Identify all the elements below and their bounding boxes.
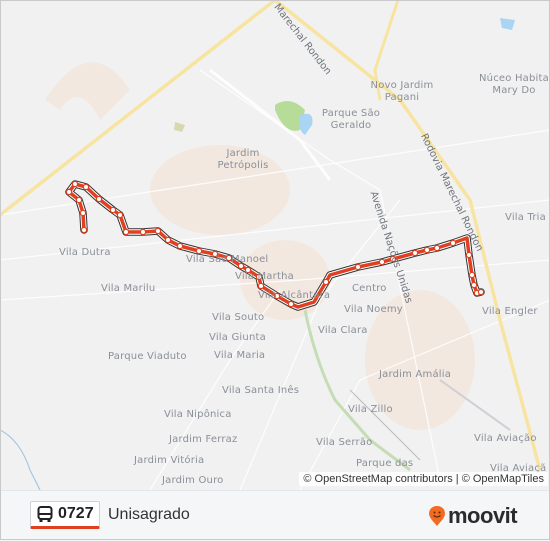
place-label: Vila Dutra — [59, 247, 111, 258]
bus-stop[interactable] — [95, 195, 103, 203]
bus-stop[interactable] — [79, 209, 87, 217]
place-label: Jardim Petrópolis — [217, 148, 269, 171]
map[interactable]: Marechal Rondon Rodovia Marechal Rondon … — [0, 0, 550, 490]
place-label: Jardim Amália — [379, 369, 452, 380]
bus-stop[interactable] — [109, 206, 117, 214]
place-label: Jardim Vitória — [134, 455, 205, 466]
place-label: Parque das — [356, 458, 414, 469]
moovit-pin-icon — [429, 506, 445, 526]
bus-stop[interactable] — [470, 281, 478, 289]
place-label: Jardim Ouro — [162, 475, 224, 486]
map-attribution[interactable]: © OpenStreetMap contributors | © OpenMap… — [299, 472, 548, 486]
urban-area — [45, 62, 130, 120]
place-label: Vila Noemy — [344, 304, 403, 315]
place-label: Vila Alcântara — [258, 290, 331, 301]
lake — [299, 113, 313, 135]
place-label: Vila Tria — [505, 212, 546, 223]
footer: 0727 Unisagrado moovit — [0, 490, 550, 541]
moovit-logo: moovit — [428, 503, 518, 529]
bus-stop[interactable] — [176, 242, 184, 250]
bus-stop[interactable] — [65, 188, 73, 196]
bus-stop[interactable] — [80, 226, 88, 234]
route-badge: 0727 — [30, 501, 100, 529]
place-label: Parque Viaduto — [108, 351, 187, 362]
bus-stop[interactable] — [257, 282, 265, 290]
map-base — [0, 0, 550, 490]
place-label: Vila São Manoel — [186, 254, 269, 265]
bus-stop[interactable] — [468, 271, 476, 279]
bus-stop[interactable] — [423, 246, 431, 254]
bus-stop[interactable] — [465, 251, 473, 259]
bus-stop[interactable] — [71, 180, 79, 188]
route-number: 0727 — [58, 505, 94, 522]
place-label: Vila Aviação — [474, 433, 537, 444]
river — [0, 429, 41, 490]
place-label: Vila Martha — [235, 271, 294, 282]
bus-stop[interactable] — [82, 183, 90, 191]
place-label: Jardim Ferraz — [169, 434, 238, 445]
bus-stop[interactable] — [477, 288, 485, 296]
place-label: Vila Marilu — [101, 283, 156, 294]
place-label: Vila Engler — [482, 306, 538, 317]
place-label: Vila Nipônica — [164, 409, 232, 420]
bus-stop[interactable] — [411, 249, 419, 257]
park — [174, 122, 185, 132]
place-label: Vila Santa Inês — [222, 385, 300, 396]
bus-stop[interactable] — [154, 227, 162, 235]
place-label: Vila Maria — [214, 350, 266, 361]
bus-stop[interactable] — [287, 300, 295, 308]
place-label: Vila Zillo — [348, 404, 393, 415]
bus-stop[interactable] — [354, 263, 362, 271]
bus-stop[interactable] — [322, 278, 330, 286]
bus-stop[interactable] — [195, 247, 203, 255]
place-label: Vila Serrão — [316, 437, 373, 448]
bus-stop[interactable] — [164, 236, 172, 244]
place-label: Novo Jardim Pagani — [370, 80, 434, 103]
place-label: Parque São Geraldo — [321, 108, 381, 131]
bus-stop[interactable] — [75, 196, 83, 204]
route-name: Unisagrado — [108, 506, 190, 523]
bus-stop[interactable] — [139, 228, 147, 236]
place-label: Vila Giunta — [209, 332, 266, 343]
lake — [500, 18, 515, 30]
bus-stop[interactable] — [449, 239, 457, 247]
bus-icon — [37, 506, 53, 522]
bus-stop[interactable] — [122, 228, 130, 236]
place-label: Centro — [352, 283, 387, 294]
place-label: Vila Souto — [212, 312, 265, 323]
bus-stop[interactable] — [116, 211, 124, 219]
place-label: Vila Clara — [318, 325, 368, 336]
bus-stop[interactable] — [378, 258, 386, 266]
place-label: Núceo Habita Mary Do — [479, 73, 549, 96]
bus-stop[interactable] — [433, 244, 441, 252]
